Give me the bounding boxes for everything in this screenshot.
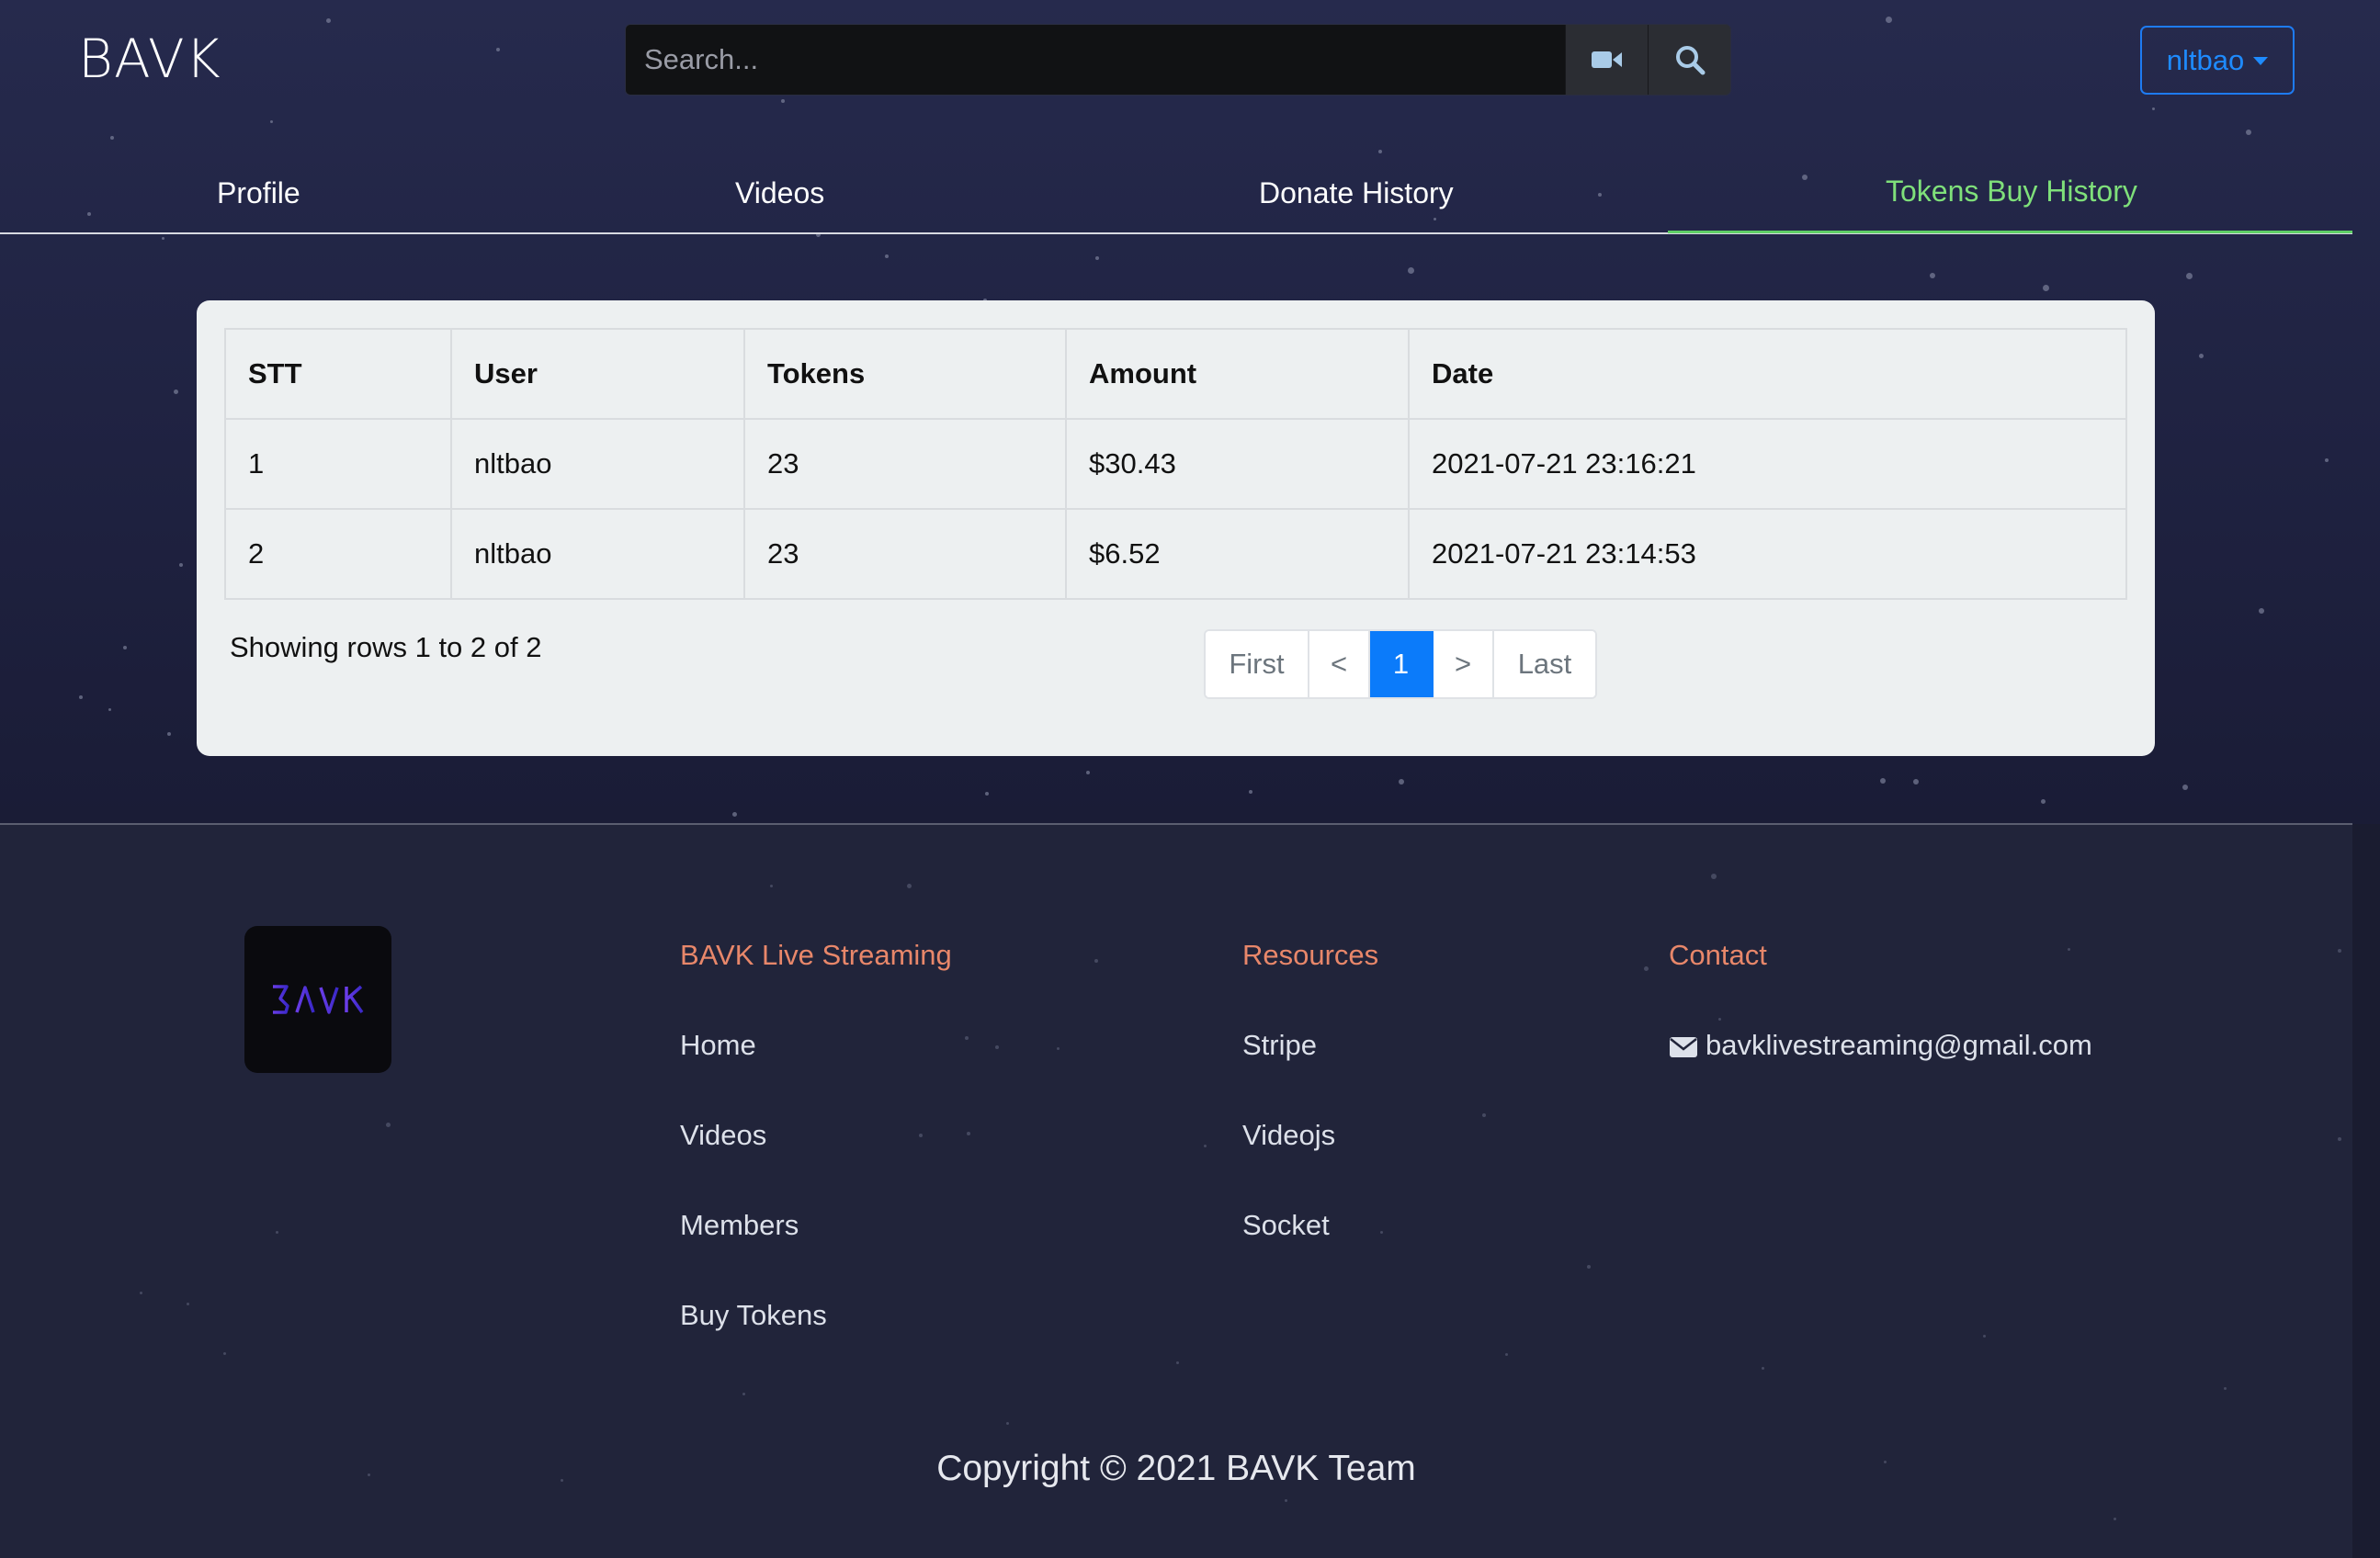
column-header-date[interactable]: Date [1408,328,2127,420]
scroll-gutter [2352,824,2380,1558]
search-icon [1675,46,1705,75]
tab-tokens-buy-history[interactable]: Tokens Buy History [1886,175,2137,209]
pagination-page-1-button[interactable]: 1 [1370,631,1434,697]
pagination: First < 1 > Last [1204,629,1597,699]
email-address: bavklivestreaming@gmail.com [1706,1029,2092,1061]
cell-user: nltbao [450,418,745,510]
footer-link-videojs[interactable]: Videojs [1242,1119,1335,1152]
cell-stt: 1 [224,418,452,510]
cell-amount: $6.52 [1065,508,1410,600]
tab-videos[interactable]: Videos [735,176,824,210]
cell-tokens: 23 [743,418,1067,510]
cell-stt: 2 [224,508,452,600]
video-camera-icon [1591,51,1622,68]
pagination-first-button[interactable]: First [1206,631,1309,697]
footer-divider [0,823,2352,825]
copyright-text: Copyright © 2021 BAVK Team [936,1449,1416,1488]
profile-tabs: Profile Videos Donate History Tokens Buy… [0,165,2352,234]
footer-link-members[interactable]: Members [680,1209,799,1242]
tab-profile[interactable]: Profile [217,176,300,210]
cell-amount: $30.43 [1065,418,1410,510]
footer-link-home[interactable]: Home [680,1029,756,1062]
bavk-logo-image [273,985,364,1014]
table-row: 2 nltbao 23 $6.52 2021-07-21 23:14:53 [224,508,2127,600]
pagination-prev-button[interactable]: < [1309,631,1370,697]
footer-logo[interactable] [244,926,391,1073]
site-logo[interactable]: BAVK [78,28,221,90]
search-bar [625,24,1731,96]
chevron-down-icon [2253,57,2269,65]
envelope-icon [1670,1036,1697,1057]
footer-link-buy-tokens[interactable]: Buy Tokens [680,1299,827,1332]
table-header-row: STT User Tokens Amount Date [224,328,2127,420]
search-button[interactable] [1648,25,1730,95]
tokens-history-table: STT User Tokens Amount Date 1 nltbao 23 … [224,328,2127,600]
column-header-tokens[interactable]: Tokens [743,328,1067,420]
pagination-last-button[interactable]: Last [1494,631,1595,697]
footer-heading-contact: Contact [1669,939,1767,971]
cell-user: nltbao [450,508,745,600]
cell-tokens: 23 [743,508,1067,600]
user-menu-button[interactable]: nltbao [2140,26,2295,95]
user-menu-label: nltbao [2166,43,2245,76]
footer-contact-email[interactable]: bavklivestreaming@gmail.com [1669,1029,2092,1062]
column-header-amount[interactable]: Amount [1065,328,1410,420]
cell-date: 2021-07-21 23:16:21 [1408,418,2127,510]
footer-link-videos[interactable]: Videos [680,1119,766,1152]
video-search-button[interactable] [1565,25,1648,95]
column-header-stt[interactable]: STT [224,328,452,420]
active-tab-indicator [1668,231,2352,233]
footer-heading-bavk: BAVK Live Streaming [680,939,952,971]
pagination-next-button[interactable]: > [1434,631,1494,697]
table-row: 1 nltbao 23 $30.43 2021-07-21 23:16:21 [224,418,2127,510]
footer-link-socket[interactable]: Socket [1242,1209,1330,1242]
tab-donate-history[interactable]: Donate History [1259,176,1454,210]
pagination-info: Showing rows 1 to 2 of 2 [230,631,542,663]
footer-heading-resources: Resources [1242,939,1379,971]
search-input[interactable] [626,25,1565,95]
column-header-user[interactable]: User [450,328,745,420]
footer-link-stripe[interactable]: Stripe [1242,1029,1317,1062]
tokens-history-card: STT User Tokens Amount Date 1 nltbao 23 … [197,300,2155,756]
cell-date: 2021-07-21 23:14:53 [1408,508,2127,600]
